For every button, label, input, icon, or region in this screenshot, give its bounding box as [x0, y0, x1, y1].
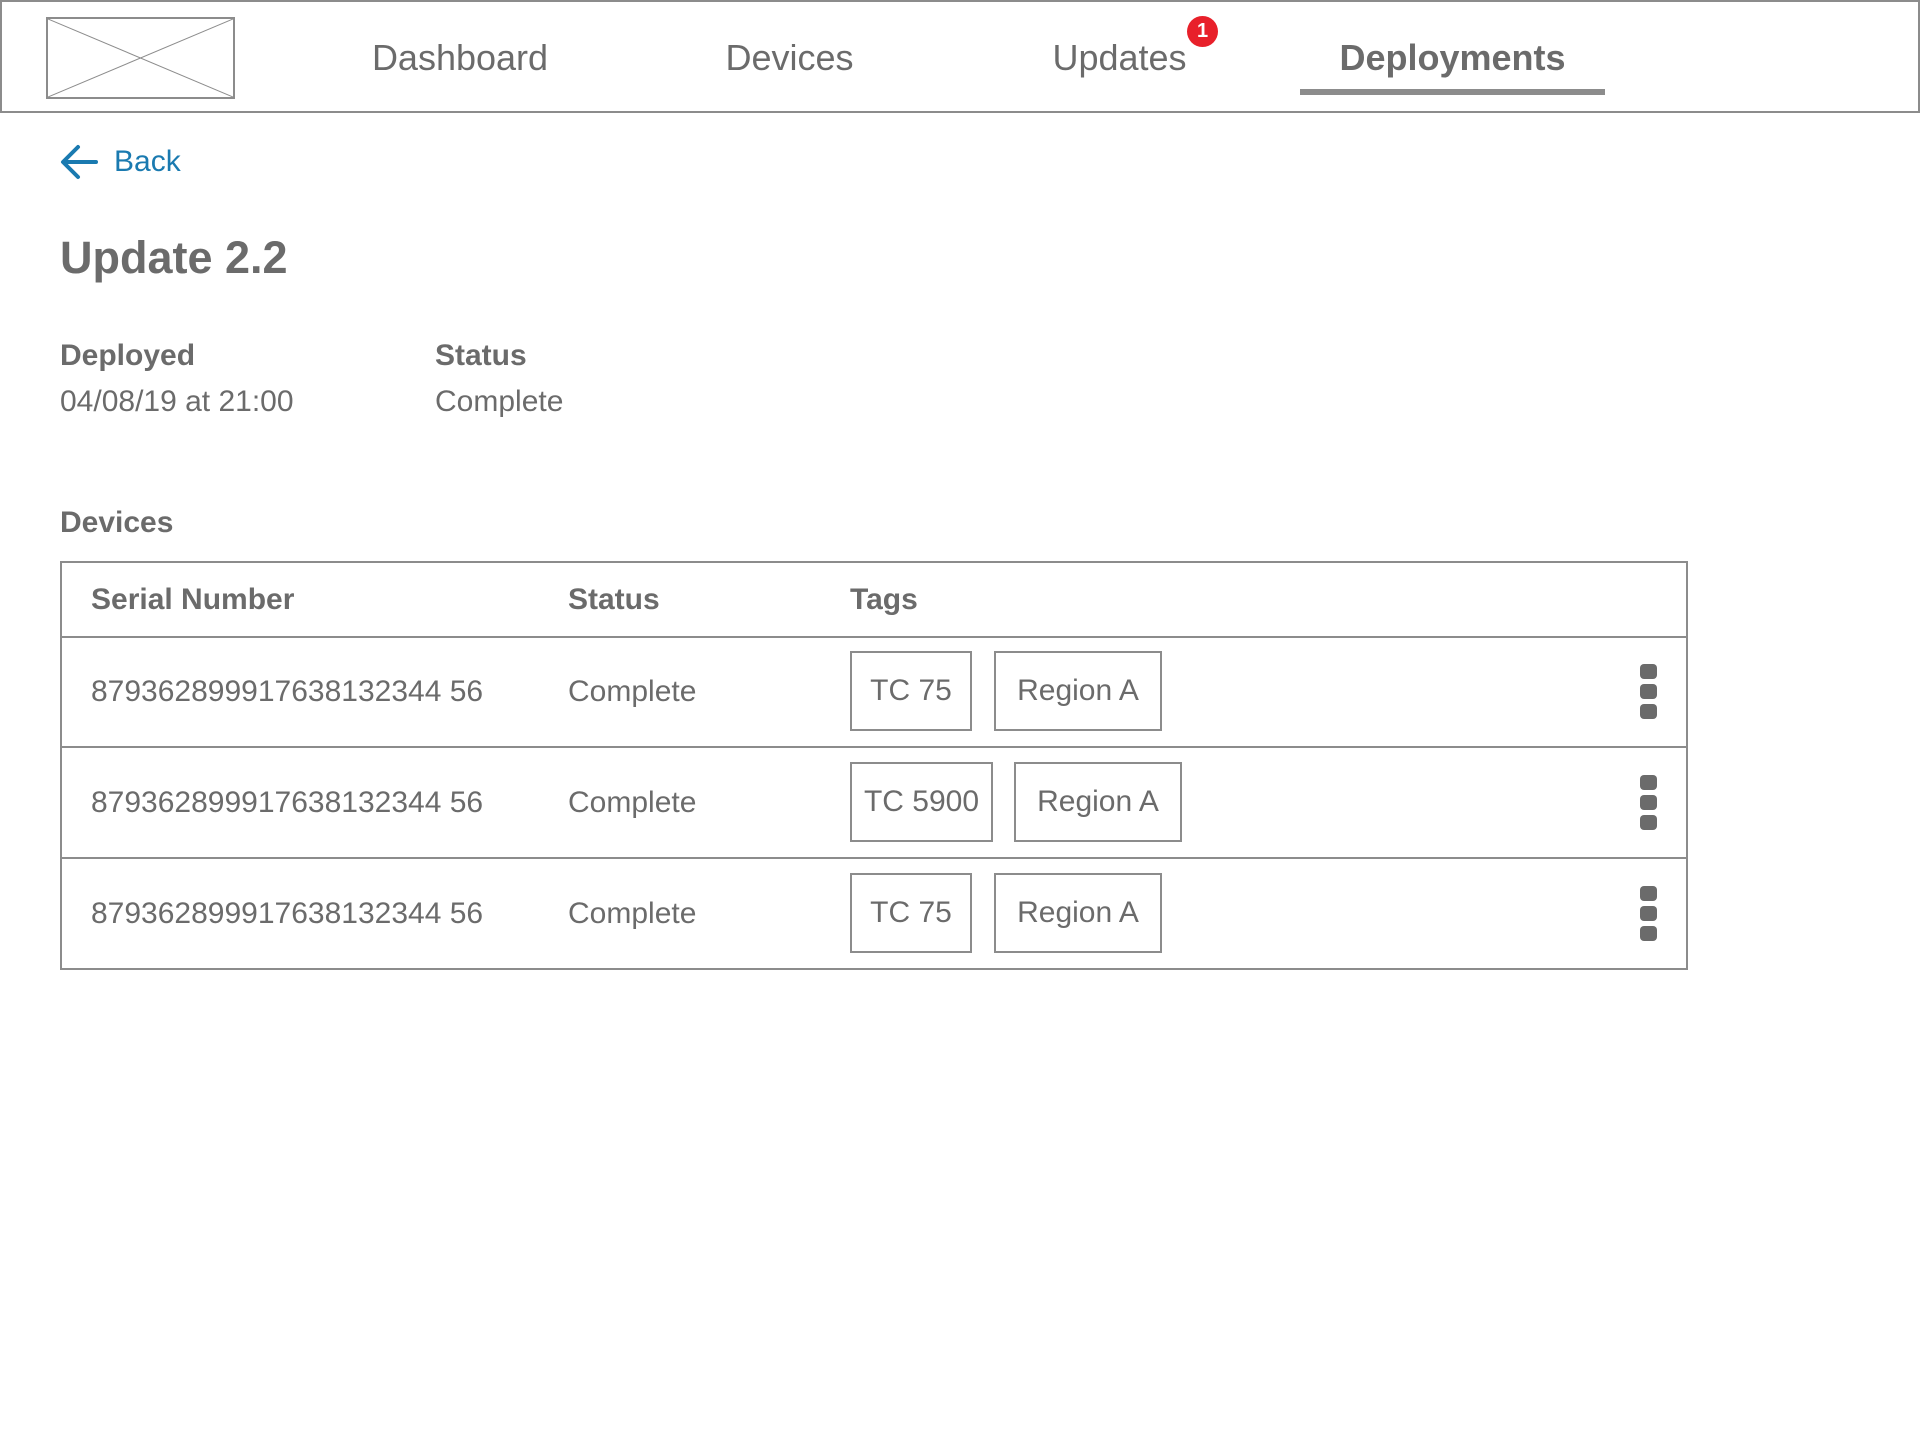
table-header: Serial Number Status Tags: [62, 563, 1686, 638]
kebab-dot: [1640, 926, 1657, 941]
tag-chip[interactable]: Region A: [994, 651, 1162, 731]
status-value: Complete: [435, 385, 564, 418]
tab-deployments[interactable]: Deployments: [1300, 30, 1605, 86]
tag-chip[interactable]: TC 5900: [850, 762, 993, 842]
devices-table: Serial Number Status Tags 87936289991763…: [60, 561, 1688, 970]
table-row: 879362899917638132344 56 Complete TC 590…: [62, 749, 1686, 859]
table-row: 879362899917638132344 56 Complete TC 75 …: [62, 860, 1686, 970]
tag-chip[interactable]: TC 75: [850, 873, 972, 953]
kebab-dot: [1640, 684, 1657, 699]
kebab-dot: [1640, 815, 1657, 830]
kebab-dot: [1640, 906, 1657, 921]
kebab-menu-icon[interactable]: [1640, 664, 1658, 720]
column-header-status: Status: [568, 583, 660, 616]
top-navigation: Dashboard Devices Updates 1 Deployments: [0, 0, 1920, 113]
devices-section-label: Devices: [60, 506, 174, 539]
deployed-value: 04/08/19 at 21:00: [60, 385, 294, 418]
kebab-menu-icon[interactable]: [1640, 775, 1658, 831]
deployed-label: Deployed: [60, 339, 196, 372]
page-title: Update 2.2: [60, 232, 288, 283]
kebab-dot: [1640, 886, 1657, 901]
column-header-serial-number: Serial Number: [91, 583, 295, 616]
tab-dashboard[interactable]: Dashboard: [345, 30, 575, 86]
serial-number-cell: 879362899917638132344 56: [91, 786, 484, 819]
table-row: 879362899917638132344 56 Complete TC 75 …: [62, 638, 1686, 748]
tag-chip[interactable]: Region A: [994, 873, 1162, 953]
kebab-dot: [1640, 795, 1657, 810]
status-cell: Complete: [568, 675, 697, 708]
image-placeholder-icon[interactable]: [46, 17, 235, 99]
status-label: Status: [435, 339, 527, 372]
kebab-menu-icon[interactable]: [1640, 886, 1658, 942]
back-link[interactable]: Back: [58, 140, 181, 184]
tab-devices[interactable]: Devices: [697, 30, 882, 86]
arrow-left-icon: [61, 145, 98, 179]
status-cell: Complete: [568, 897, 697, 930]
back-label: Back: [114, 145, 181, 178]
kebab-dot: [1640, 704, 1657, 719]
updates-notification-badge: 1: [1187, 16, 1218, 47]
tag-chip[interactable]: Region A: [1014, 762, 1182, 842]
tag-chip[interactable]: TC 75: [850, 651, 972, 731]
active-tab-indicator: [1300, 89, 1605, 95]
serial-number-cell: 879362899917638132344 56: [91, 675, 484, 708]
kebab-dot: [1640, 775, 1657, 790]
status-cell: Complete: [568, 786, 697, 819]
serial-number-cell: 879362899917638132344 56: [91, 897, 484, 930]
column-header-tags: Tags: [850, 583, 918, 616]
kebab-dot: [1640, 664, 1657, 679]
tab-updates[interactable]: Updates: [1032, 30, 1207, 86]
